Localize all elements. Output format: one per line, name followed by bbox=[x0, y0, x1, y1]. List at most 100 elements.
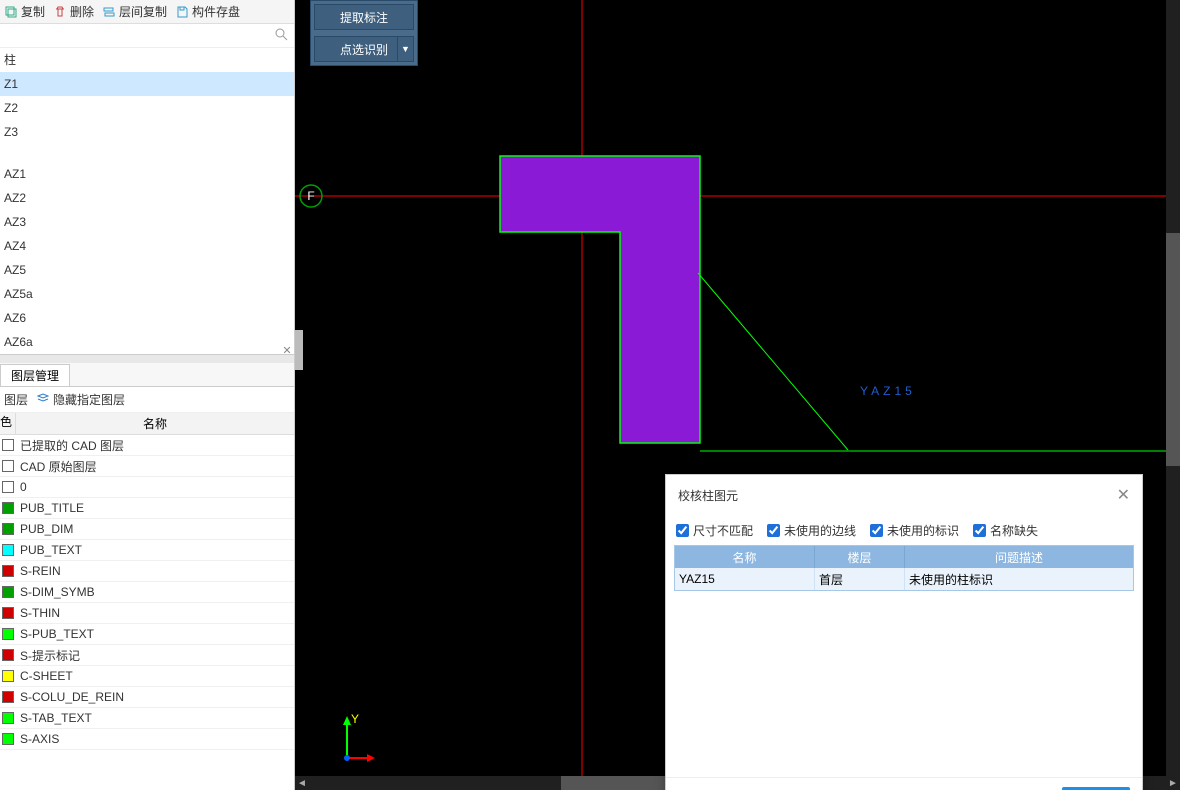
layer-name: S-提示标记 bbox=[16, 647, 80, 664]
layer-name: PUB_DIM bbox=[16, 522, 73, 536]
layer-row[interactable]: PUB_DIM bbox=[0, 519, 294, 540]
layer-name: PUB_TITLE bbox=[16, 501, 84, 515]
component-save-button[interactable]: 构件存盘 bbox=[175, 3, 240, 20]
checkbox-unused-edges[interactable] bbox=[767, 524, 780, 537]
list-item[interactable]: AZ2 bbox=[0, 186, 294, 210]
scroll-right-arrow-icon[interactable]: ► bbox=[1166, 776, 1180, 790]
color-swatch bbox=[2, 733, 14, 745]
search-icon[interactable] bbox=[274, 27, 288, 44]
color-swatch bbox=[2, 628, 14, 640]
layer-name: S-PUB_TEXT bbox=[16, 627, 94, 641]
list-item[interactable]: AZ5 bbox=[0, 258, 294, 282]
checkbox-size-mismatch[interactable] bbox=[676, 524, 689, 537]
save-icon bbox=[175, 5, 189, 19]
col-name: 名称 bbox=[675, 546, 815, 568]
scrollbar-vertical[interactable] bbox=[1166, 0, 1180, 776]
search-row bbox=[0, 24, 294, 48]
list-item[interactable]: AZ6a bbox=[0, 330, 294, 354]
click-recognize-button[interactable]: 点选识别 ▼ bbox=[314, 36, 414, 62]
tab-layer-manage[interactable]: 图层管理 bbox=[0, 364, 70, 386]
layer-name: S-DIM_SYMB bbox=[16, 585, 95, 599]
scroll-left-arrow-icon[interactable]: ◄ bbox=[295, 776, 309, 790]
show-layers-button[interactable]: 图层 bbox=[4, 391, 28, 408]
dialog-filters: 尺寸不匹配 未使用的边线 未使用的标识 名称缺失 bbox=[666, 515, 1142, 545]
cell-name: YAZ15 bbox=[675, 568, 815, 590]
list-item[interactable]: AZ4 bbox=[0, 234, 294, 258]
layer-row[interactable]: S-AXIS bbox=[0, 729, 294, 750]
layer-row[interactable]: S-THIN bbox=[0, 603, 294, 624]
checkbox-name-missing[interactable] bbox=[973, 524, 986, 537]
list-item[interactable]: AZ1 bbox=[0, 162, 294, 186]
dropdown-arrow-icon[interactable]: ▼ bbox=[397, 37, 413, 61]
scrollbar-v-thumb[interactable] bbox=[1166, 233, 1180, 466]
layer-row[interactable]: S-REIN bbox=[0, 561, 294, 582]
layer-row[interactable]: S-TAB_TEXT bbox=[0, 708, 294, 729]
check-size-mismatch[interactable]: 尺寸不匹配 bbox=[676, 522, 753, 539]
layer-row[interactable]: S-提示标记 bbox=[0, 645, 294, 666]
svg-text:Y: Y bbox=[351, 713, 359, 726]
color-swatch bbox=[2, 691, 14, 703]
layer-name: C-SHEET bbox=[16, 669, 73, 683]
color-swatch bbox=[2, 607, 14, 619]
col-color: 色 bbox=[0, 413, 16, 434]
trash-icon bbox=[53, 5, 67, 19]
layer-row[interactable]: S-DIM_SYMB bbox=[0, 582, 294, 603]
checkbox-unused-marks[interactable] bbox=[870, 524, 883, 537]
panel-divider[interactable]: ✕ bbox=[0, 355, 294, 363]
check-unused-edges[interactable]: 未使用的边线 bbox=[767, 522, 856, 539]
layer-copy-button[interactable]: 层间复制 bbox=[102, 3, 167, 20]
extract-annotation-label: 提取标注 bbox=[340, 9, 388, 26]
list-item[interactable]: Z2 bbox=[0, 96, 294, 120]
cell-floor: 首层 bbox=[815, 568, 905, 590]
close-icon[interactable]: ✕ bbox=[280, 343, 294, 357]
color-swatch bbox=[2, 670, 14, 682]
list-item[interactable]: Z1 bbox=[0, 72, 294, 96]
extract-annotation-button[interactable]: 提取标注 bbox=[314, 4, 414, 30]
layers-icon bbox=[36, 391, 50, 408]
component-save-label: 构件存盘 bbox=[192, 3, 240, 20]
canvas[interactable]: F YAZ15 提取标注 点选识别 ▼ bbox=[295, 0, 1180, 790]
check-unused-marks[interactable]: 未使用的标识 bbox=[870, 522, 959, 539]
dialog-footer: 刷新 bbox=[666, 777, 1142, 790]
hide-layers-button[interactable]: 隐藏指定图层 bbox=[36, 391, 125, 408]
copy-button[interactable]: 复制 bbox=[4, 3, 45, 20]
col-floor: 楼层 bbox=[815, 546, 905, 568]
layer-copy-label: 层间复制 bbox=[119, 3, 167, 20]
dialog-close-icon[interactable]: ✕ bbox=[1117, 485, 1130, 505]
layer-row[interactable]: 0 bbox=[0, 477, 294, 498]
check-name-missing[interactable]: 名称缺失 bbox=[973, 522, 1038, 539]
list-item[interactable]: AZ5a bbox=[0, 282, 294, 306]
layer-row[interactable]: PUB_TEXT bbox=[0, 540, 294, 561]
list-header: 柱 bbox=[0, 48, 294, 72]
splitter-handle[interactable] bbox=[295, 330, 303, 370]
dialog-titlebar[interactable]: 校核柱图元 ✕ bbox=[666, 475, 1142, 515]
list-item[interactable]: AZ6 bbox=[0, 306, 294, 330]
list-item[interactable]: AZ3 bbox=[0, 210, 294, 234]
table-row[interactable]: YAZ15首层未使用的柱标识 bbox=[675, 568, 1133, 590]
layer-row[interactable]: S-COLU_DE_REIN bbox=[0, 687, 294, 708]
copy-icon bbox=[4, 5, 18, 19]
col-name: 名称 bbox=[16, 413, 294, 434]
layer-name: S-COLU_DE_REIN bbox=[16, 690, 124, 704]
component-list[interactable]: 柱Z1Z2Z3 AZ1AZ2AZ3AZ4AZ5AZ5aAZ6AZ6a bbox=[0, 48, 294, 355]
layer-table[interactable]: 色 名称 已提取的 CAD 图层CAD 原始图层0 PUB_TITLE PUB_DI… bbox=[0, 413, 294, 790]
layer-row[interactable]: CAD 原始图层 bbox=[0, 456, 294, 477]
left-panel: 复制 删除 层间复制 构件存盘 bbox=[0, 0, 295, 790]
color-swatch bbox=[2, 502, 14, 514]
color-swatch bbox=[2, 565, 14, 577]
list-item[interactable]: Z3 bbox=[0, 120, 294, 144]
verify-column-dialog: 校核柱图元 ✕ 尺寸不匹配 未使用的边线 未使用的标识 名称缺失 名称 楼层 问… bbox=[665, 474, 1143, 790]
layer-tools: 图层 隐藏指定图层 bbox=[0, 387, 294, 413]
layer-copy-icon bbox=[102, 5, 116, 19]
color-swatch bbox=[2, 460, 14, 472]
layer-row[interactable]: PUB_TITLE bbox=[0, 498, 294, 519]
layer-row[interactable]: S-PUB_TEXT bbox=[0, 624, 294, 645]
dialog-body bbox=[666, 591, 1142, 777]
search-input[interactable] bbox=[6, 26, 274, 46]
layer-row[interactable]: 已提取的 CAD 图层 bbox=[0, 435, 294, 456]
dialog-grid[interactable]: 名称 楼层 问题描述 YAZ15首层未使用的柱标识 bbox=[674, 545, 1134, 591]
floating-toolbar[interactable]: 提取标注 点选识别 ▼ bbox=[310, 0, 418, 66]
layer-row[interactable]: C-SHEET bbox=[0, 666, 294, 687]
layer-tab-header: 图层管理 bbox=[0, 363, 294, 387]
delete-button[interactable]: 删除 bbox=[53, 3, 94, 20]
